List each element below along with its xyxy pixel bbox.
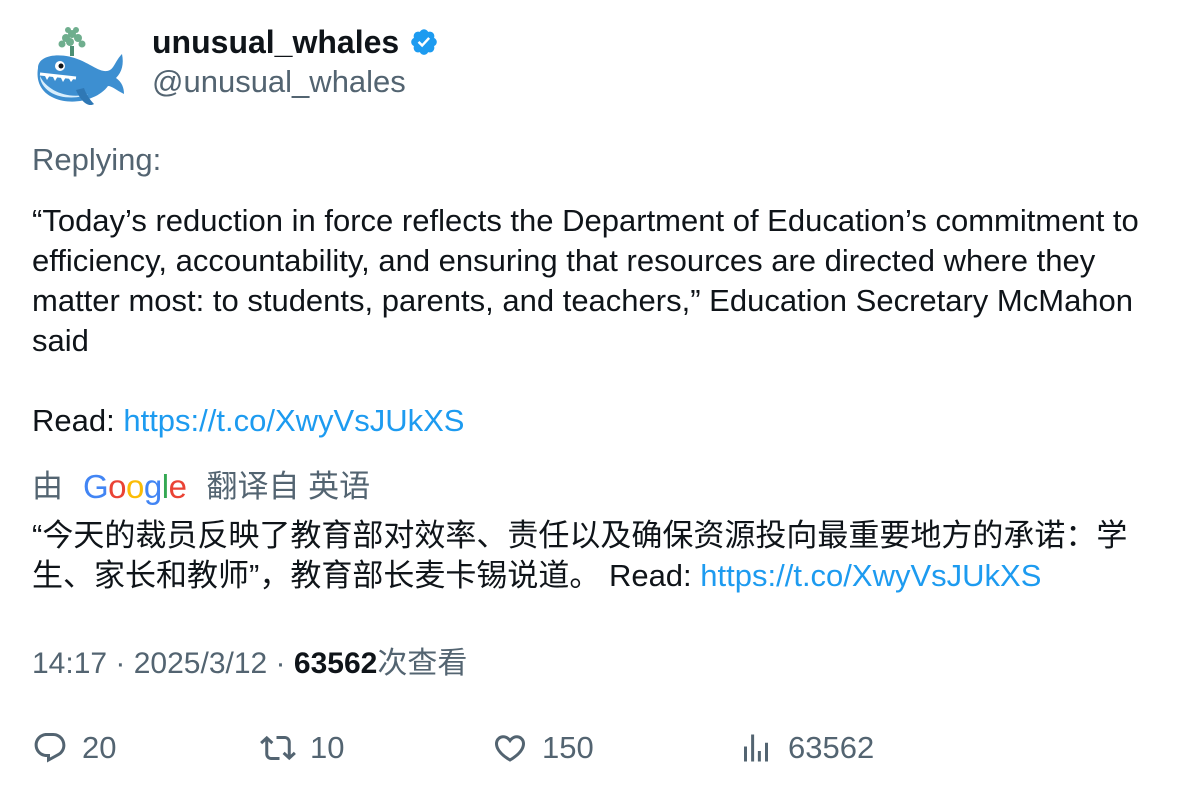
- action-bar: 20 10 150 63562: [32, 730, 1172, 774]
- reply-button[interactable]: 20: [32, 730, 116, 766]
- read-label: Read:: [32, 403, 124, 438]
- tweet-text: “Today’s reduction in force reflects the…: [32, 201, 1172, 441]
- author-handle[interactable]: @unusual_whales: [152, 62, 406, 102]
- translation-link[interactable]: https://t.co/XwyVsJUkXS: [700, 558, 1041, 593]
- replying-label: Replying:: [32, 142, 162, 177]
- views-count: 63562: [293, 647, 378, 680]
- verified-badge-icon: [411, 29, 437, 55]
- author-display-name-row[interactable]: unusual_whales: [152, 22, 439, 62]
- translation-suffix: 翻译自 英语: [206, 469, 371, 504]
- retweet-icon: [260, 735, 296, 761]
- tweet-date[interactable]: 2025/3/12: [134, 647, 267, 680]
- whale-icon: [37, 27, 124, 106]
- author-display-name[interactable]: unusual_whales: [152, 22, 399, 62]
- meta-separator: ·: [107, 647, 134, 680]
- heart-icon: [494, 735, 526, 762]
- views-action-count: 63562: [788, 730, 875, 765]
- translation-read-label: Read:: [608, 558, 701, 593]
- like-button[interactable]: 150: [492, 730, 594, 766]
- tweet-main-text: “Today’s reduction in force reflects the…: [32, 203, 1139, 358]
- google-logo: Google: [83, 468, 187, 505]
- analytics-icon: [744, 734, 768, 762]
- translation-text: “今天的裁员反映了教育部对效率、责任以及确保资源投向最重要地方的承诺：学生、家长…: [32, 516, 1172, 596]
- views-button[interactable]: 63562: [738, 730, 874, 766]
- avatar[interactable]: [32, 24, 128, 114]
- tweet-time[interactable]: 14:17: [32, 647, 107, 680]
- retweet-count: 10: [310, 730, 345, 765]
- meta-separator: ·: [267, 647, 294, 680]
- tweet-meta: 14:17 · 2025/3/12 · 63562次查看: [32, 644, 467, 684]
- views-label: 次查看: [377, 647, 468, 680]
- reply-count: 20: [82, 730, 117, 765]
- tweet-link[interactable]: https://t.co/XwyVsJUkXS: [123, 403, 464, 438]
- tweet-read-line: Read: https://t.co/XwyVsJUkXS: [32, 401, 1172, 441]
- translation-header: 由 Google 翻译自 英语: [32, 466, 370, 508]
- reply-icon: [34, 733, 66, 763]
- retweet-button[interactable]: 10: [260, 730, 344, 766]
- translation-prefix: 由: [32, 469, 63, 504]
- like-count: 150: [542, 730, 594, 765]
